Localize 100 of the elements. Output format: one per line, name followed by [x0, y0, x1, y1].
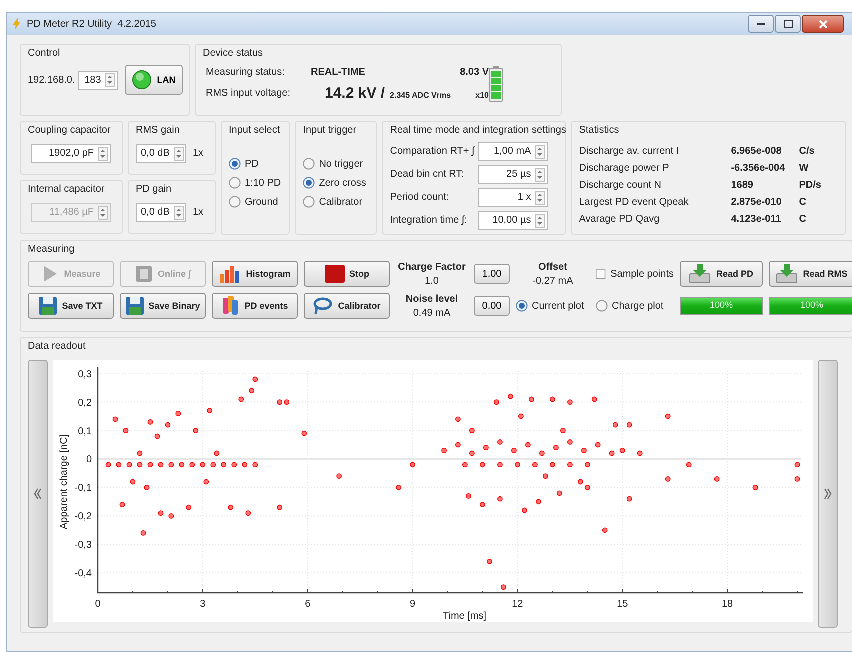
- tool-button[interactable]: Histogram: [212, 261, 298, 287]
- value-button[interactable]: 1.00: [474, 264, 510, 284]
- noise-level-reading: 0.49 mA: [413, 308, 451, 318]
- spin-arrows-icon: [535, 214, 546, 228]
- tool-button[interactable]: PD events: [212, 293, 298, 319]
- tool-button[interactable]: Calibrator: [304, 293, 390, 319]
- statistic-unit: C: [799, 214, 808, 225]
- spin-box[interactable]: 1 x: [478, 188, 548, 207]
- spin-arrows-icon: [174, 206, 184, 220]
- data-point: [612, 422, 618, 428]
- x-tick-label: 3: [200, 599, 206, 610]
- spin-box[interactable]: 0,0 dB: [136, 203, 186, 222]
- data-point: [277, 504, 283, 510]
- read-button[interactable]: Read RMS: [769, 261, 852, 287]
- data-point: [126, 462, 132, 468]
- data-point: [626, 422, 632, 428]
- maximize-icon: [784, 20, 792, 28]
- data-point: [238, 396, 244, 402]
- data-point: [470, 428, 475, 434]
- x-tick-label: 15: [617, 599, 628, 610]
- data-point: [532, 462, 538, 468]
- data-point: [207, 408, 213, 414]
- spin-box[interactable]: 0,0 dB: [136, 144, 186, 163]
- data-point: [130, 479, 136, 485]
- data-point: [526, 442, 531, 448]
- radio-button[interactable]: [229, 196, 241, 208]
- value-button[interactable]: 0.00: [474, 296, 510, 316]
- radio-button[interactable]: [303, 158, 316, 170]
- tool-button[interactable]: Stop: [304, 261, 390, 287]
- data-point: [568, 440, 573, 445]
- data-point: [336, 474, 342, 479]
- radio-button[interactable]: [303, 196, 316, 208]
- tool-button[interactable]: Save Binary: [120, 293, 206, 319]
- data-point: [232, 462, 238, 468]
- group-title: Real time mode and integration settings: [390, 125, 566, 136]
- statistic-value: -6.356e-004: [731, 163, 786, 174]
- statistic-label: Discharage power P: [579, 163, 670, 174]
- previous-button[interactable]: [28, 360, 48, 628]
- data-point: [193, 428, 199, 434]
- data-point: [550, 462, 556, 468]
- data-point: [498, 496, 503, 502]
- gain-multiplier: 1x: [193, 207, 204, 218]
- data-point: [123, 428, 129, 434]
- spin-box[interactable]: 25 µs: [478, 165, 548, 184]
- spin-box[interactable]: 10,00 µs: [478, 211, 548, 230]
- radio-button[interactable]: [516, 300, 528, 312]
- data-point: [442, 448, 447, 454]
- spin-arrows-icon: [98, 206, 108, 220]
- tool-button[interactable]: Save TXT: [28, 293, 114, 319]
- spin-box[interactable]: 1902,0 pF: [31, 144, 111, 163]
- statistic-value: 4.123e-011: [731, 214, 782, 225]
- data-point: [210, 462, 216, 468]
- data-point: [249, 388, 255, 394]
- spin-arrows-icon: [535, 144, 546, 158]
- x-tick-label: 6: [305, 599, 311, 610]
- gain-multiplier: 1x: [193, 148, 204, 159]
- voltage-value: 14.2 kV /: [325, 84, 386, 102]
- y-tick-label: 0,2: [78, 398, 92, 409]
- radio-button[interactable]: [229, 177, 241, 189]
- download-arrow-icon: [776, 264, 798, 284]
- next-button[interactable]: [818, 360, 838, 628]
- lan-button[interactable]: LAN: [125, 65, 183, 95]
- y-tick-label: 0,3: [78, 369, 92, 380]
- x-axis-label: Time [ms]: [443, 611, 487, 622]
- radio-button[interactable]: [303, 177, 316, 189]
- data-point: [626, 496, 632, 502]
- maximize-button[interactable]: [775, 15, 801, 33]
- read-button[interactable]: Read PD: [680, 261, 763, 287]
- close-button[interactable]: [802, 15, 844, 33]
- status-light-icon: [132, 70, 152, 90]
- data-point: [554, 445, 559, 450]
- voltage-label: RMS input voltage:: [206, 88, 292, 98]
- spin-box[interactable]: 1,00 mA: [478, 142, 548, 161]
- data-point: [487, 559, 492, 564]
- data-point: [602, 528, 608, 534]
- minimize-icon: [757, 22, 765, 26]
- swirl-icon: [313, 297, 334, 315]
- spin-arrows-icon: [535, 190, 546, 204]
- data-point: [595, 442, 601, 448]
- checkbox[interactable]: [596, 268, 606, 280]
- data-point: [140, 530, 146, 536]
- spin-arrows-icon: [105, 73, 116, 87]
- adc-value: 2.345 ADC Vrms: [390, 90, 452, 100]
- setting-label: Dead bin cnt RT:: [390, 169, 465, 180]
- spin-arrows-icon: [98, 146, 108, 160]
- radio-button[interactable]: [229, 158, 241, 170]
- y-tick-label: -0,4: [74, 568, 92, 580]
- data-point: [480, 502, 486, 508]
- close-icon: [818, 20, 828, 28]
- play-icon: [41, 265, 60, 283]
- setting-label: Comparation RT+ ∫: [390, 146, 476, 157]
- data-point: [410, 462, 416, 468]
- minimize-button[interactable]: [748, 15, 774, 33]
- y-tick-label: 0: [86, 454, 92, 466]
- data-point: [148, 462, 154, 468]
- radio-button[interactable]: [596, 300, 608, 312]
- statistic-unit: C: [799, 197, 808, 208]
- data-point: [752, 485, 758, 490]
- frame-icon: [135, 265, 154, 283]
- spin-box[interactable]: 183: [78, 70, 118, 90]
